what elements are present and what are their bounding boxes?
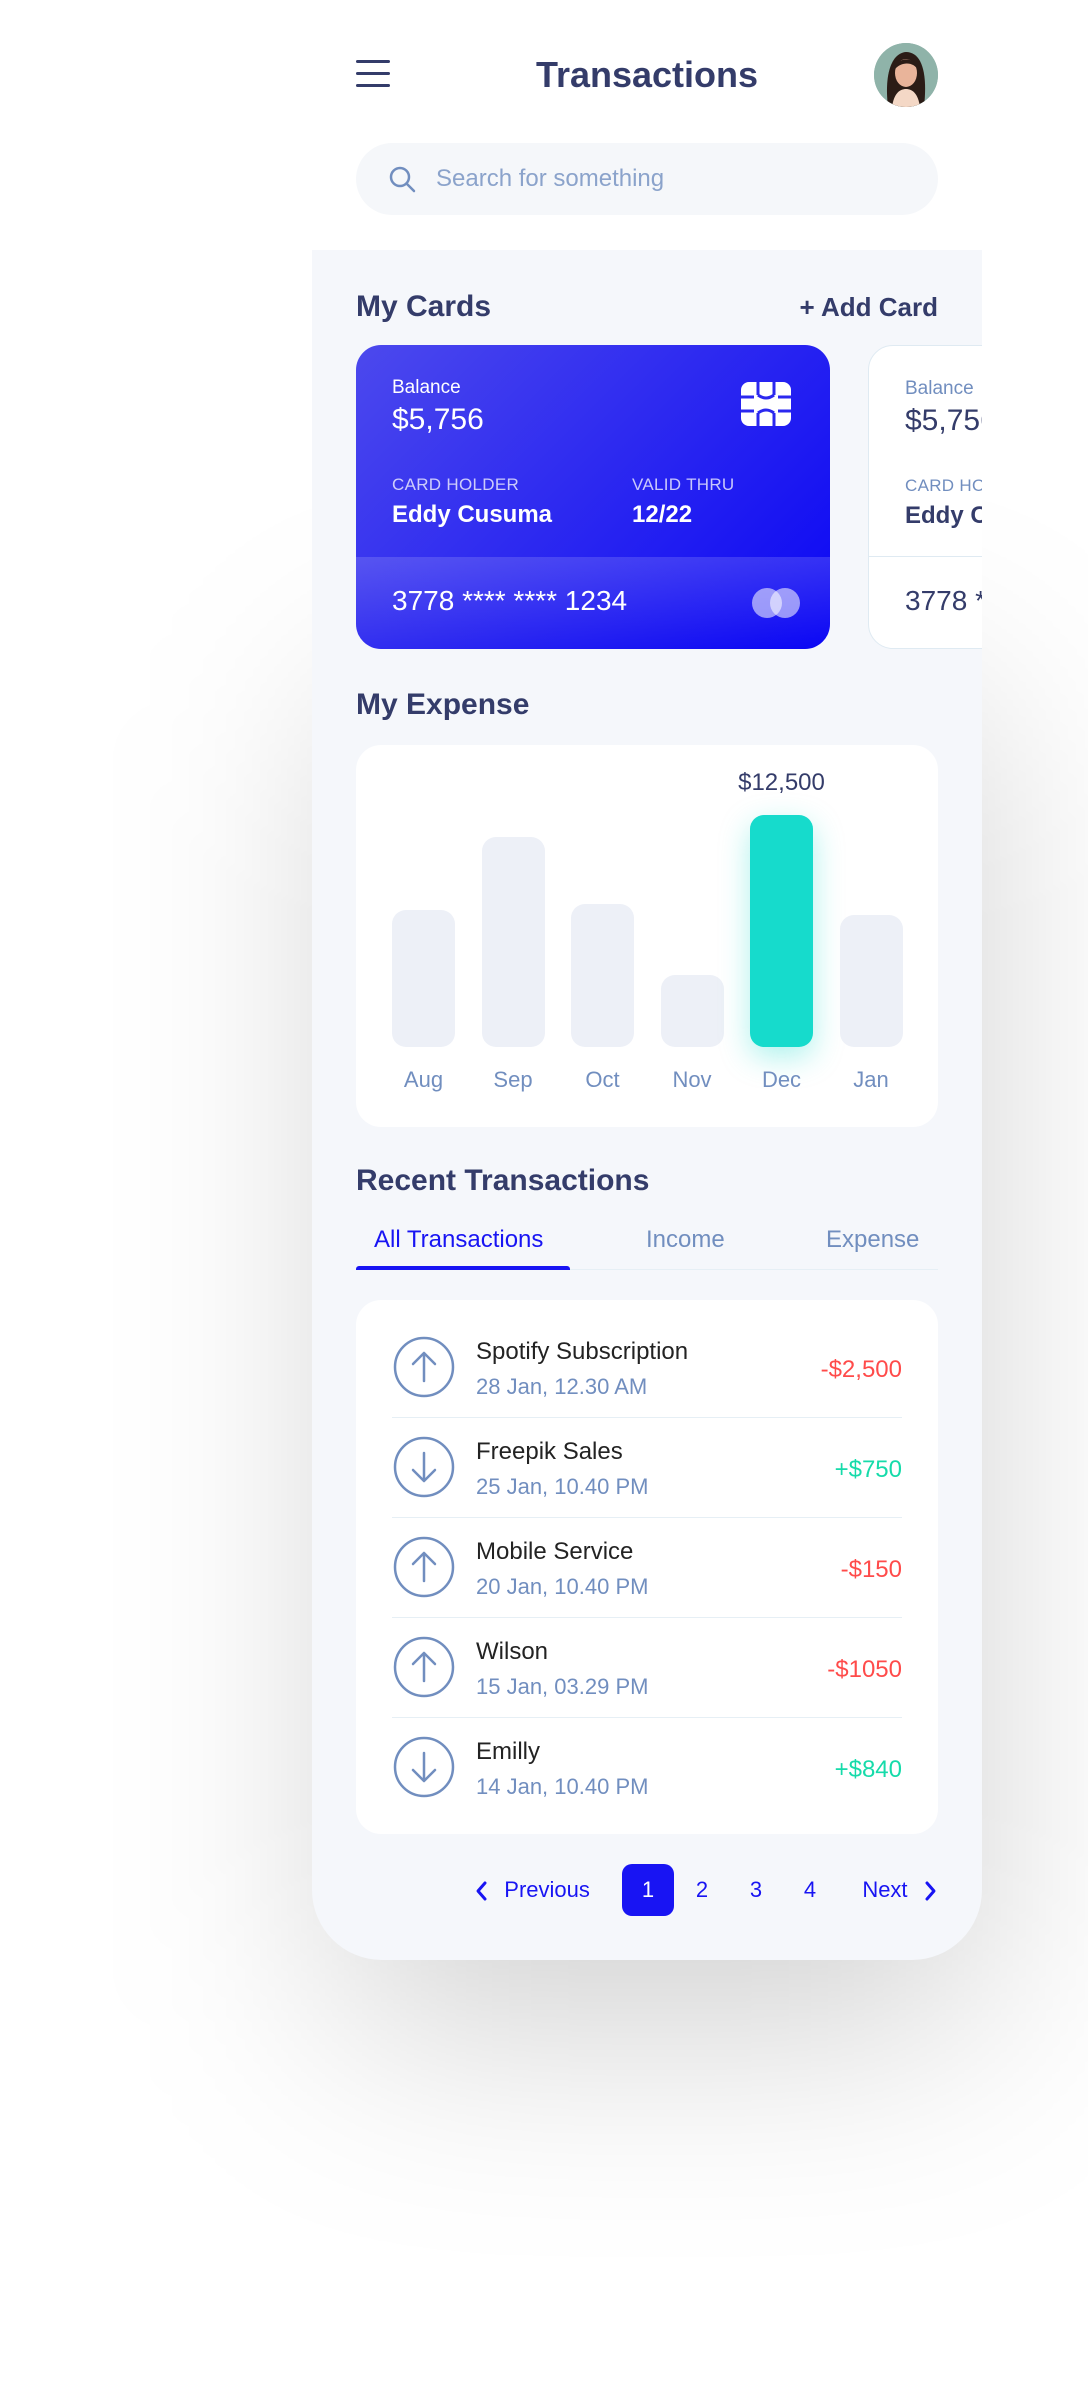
chevron-right-icon: [925, 1881, 936, 1901]
month-label: Jan: [853, 1067, 889, 1092]
transaction-amount: -$2,500: [820, 1356, 902, 1383]
recent-transactions-title: Recent Transactions: [356, 1164, 650, 1197]
search-bar[interactable]: [356, 143, 938, 215]
card-footer: 3778 **** **** 1234: [356, 557, 830, 649]
valid-thru-label: VALID THRU: [632, 475, 735, 494]
month-label: Oct: [585, 1067, 620, 1092]
transaction-name: Freepik Sales: [476, 1438, 623, 1465]
header: Transactions: [312, 0, 982, 250]
avatar[interactable]: [874, 43, 938, 107]
expense-bar-oct[interactable]: [571, 904, 634, 1047]
search-icon: [389, 166, 416, 193]
balance-value: $5,756: [905, 404, 982, 437]
card-holder-label: CARD HOLDER: [392, 475, 520, 494]
card-holder-name: Eddy Cusuma: [905, 502, 982, 529]
balance-label: Balance: [905, 378, 974, 399]
expense-bar-aug[interactable]: [392, 910, 455, 1047]
previous-page-button[interactable]: Previous: [462, 1864, 602, 1916]
my-cards-title: My Cards: [356, 290, 492, 323]
arrow-up-circle-icon: [393, 1336, 455, 1398]
transaction-date: 15 Jan, 03.29 PM: [476, 1674, 649, 1699]
card-footer: 3778 **** **** 1234: [869, 556, 982, 648]
transaction-name: Wilson: [476, 1638, 549, 1665]
mastercard-logo-icon: [752, 588, 800, 618]
month-label: Sep: [493, 1067, 533, 1092]
pagination: Previous 1 2 3 4 Next: [462, 1864, 962, 1916]
transaction-row[interactable]: Freepik Sales 25 Jan, 10.40 PM +$750: [392, 1418, 902, 1518]
highlight-value-label: $12,500: [738, 769, 825, 796]
month-label: Nov: [672, 1067, 712, 1092]
expense-bar-chart: Aug Sep Oct Nov Dec $12,500 Jan: [356, 745, 938, 1127]
credit-card-primary[interactable]: Balance $5,756 CARD HOLDER Eddy Cusuma V…: [356, 345, 830, 649]
expense-bar-dec[interactable]: [750, 815, 813, 1047]
expense-bar-jan[interactable]: [839, 915, 903, 1047]
balance-value: $5,756: [392, 403, 484, 436]
tab-expense[interactable]: Expense: [826, 1226, 919, 1254]
transaction-date: 25 Jan, 10.40 PM: [476, 1474, 649, 1499]
transaction-list: Spotify Subscription 28 Jan, 12.30 AM -$2,…: [356, 1300, 938, 1834]
next-label: Next: [862, 1877, 908, 1902]
next-page-button[interactable]: Next: [850, 1864, 950, 1916]
expense-bar-sep[interactable]: [481, 837, 545, 1047]
page-2-button[interactable]: 2: [676, 1864, 728, 1916]
balance-label: Balance: [392, 377, 461, 398]
my-expense-title: My Expense: [356, 688, 530, 721]
transaction-amount: -$1050: [827, 1656, 902, 1683]
card-holder-name: Eddy Cusuma: [392, 501, 553, 528]
transaction-row[interactable]: Wilson 15 Jan, 03.29 PM -$1050: [392, 1618, 902, 1718]
tab-income[interactable]: Income: [646, 1226, 725, 1254]
month-label: Aug: [403, 1067, 444, 1092]
card-holder-label: CARD HOLDER: [905, 476, 982, 495]
page-1-button[interactable]: 1: [622, 1864, 674, 1916]
page-3-button[interactable]: 3: [730, 1864, 782, 1916]
expense-bar-nov[interactable]: [660, 975, 724, 1047]
transaction-date: 20 Jan, 10.40 PM: [476, 1574, 649, 1599]
transaction-amount: +$840: [834, 1756, 902, 1783]
phone-screen: Transactions My Cards + Add Card Balance…: [312, 0, 982, 1960]
transaction-row[interactable]: Emilly 14 Jan, 10.40 PM +$840: [392, 1718, 902, 1818]
previous-label: Previous: [504, 1877, 590, 1902]
valid-thru-value: 12/22: [632, 501, 693, 528]
arrow-up-circle-icon: [393, 1536, 455, 1598]
card-number: 3778 **** **** 1234: [392, 585, 628, 616]
transaction-name: Emilly: [476, 1738, 540, 1765]
page-4-button[interactable]: 4: [784, 1864, 836, 1916]
card-number: 3778 **** **** 1234: [905, 585, 982, 616]
transaction-row[interactable]: Spotify Subscription 28 Jan, 12.30 AM -$2,…: [392, 1318, 902, 1418]
add-card-button[interactable]: + Add Card: [800, 292, 938, 323]
transaction-amount: -$150: [840, 1556, 902, 1583]
transaction-tabs: All Transactions Income Expense: [356, 1212, 938, 1270]
month-label: Dec: [761, 1067, 802, 1092]
transaction-amount: +$750: [834, 1456, 902, 1483]
chevron-left-icon: [476, 1881, 487, 1901]
arrow-down-circle-icon: [393, 1436, 455, 1498]
tab-all-transactions[interactable]: All Transactions: [374, 1226, 543, 1254]
transaction-name: Spotify Subscription: [476, 1338, 689, 1365]
search-input[interactable]: [436, 165, 896, 193]
arrow-down-circle-icon: [393, 1736, 455, 1798]
transaction-date: 14 Jan, 10.40 PM: [476, 1774, 649, 1799]
transaction-name: Mobile Service: [476, 1538, 634, 1565]
arrow-up-circle-icon: [393, 1636, 455, 1698]
transaction-row[interactable]: Mobile Service 20 Jan, 10.40 PM -$150: [392, 1518, 902, 1618]
card-chip-icon: [741, 382, 791, 426]
credit-card-secondary[interactable]: Balance $5,756 CARD HOLDER Eddy Cusuma 3…: [868, 345, 982, 649]
active-tab-indicator: [356, 1266, 570, 1270]
transaction-date: 28 Jan, 12.30 AM: [476, 1374, 648, 1399]
